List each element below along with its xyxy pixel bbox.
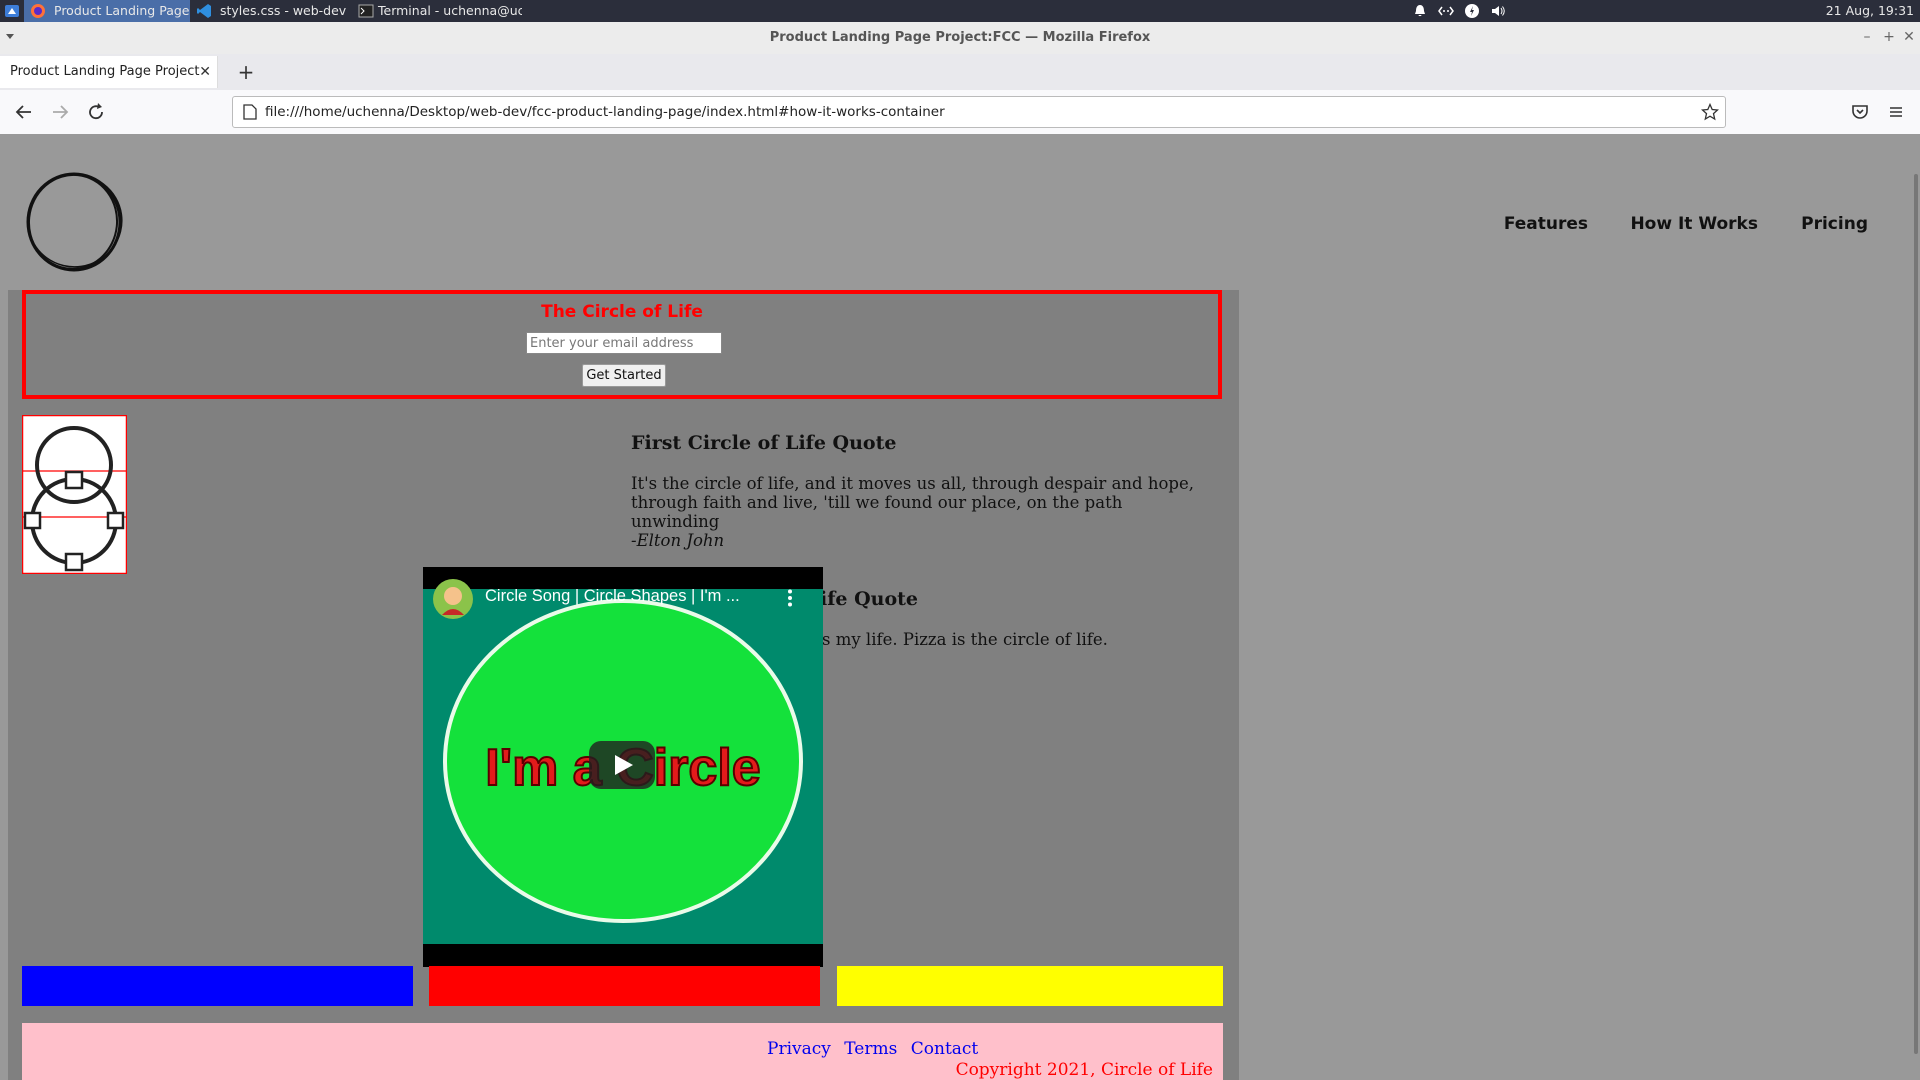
nav-how-it-works-link[interactable]: How It Works	[1630, 214, 1758, 234]
close-tab-icon[interactable]: ✕	[199, 56, 211, 88]
tab-title: Product Landing Page Project:FCC	[10, 64, 200, 79]
quote-author: -Elton John	[631, 531, 725, 550]
scrollbar-thumb[interactable]	[1914, 174, 1918, 1054]
browser-tab-active[interactable]: Product Landing Page Project:FCC ✕	[0, 56, 218, 88]
taskbar-task-vscode[interactable]: styles.css - web-dev - Visual ...	[190, 0, 350, 22]
color-bar-red	[429, 966, 820, 1006]
window-titlebar: Product Landing Page Project:FCC — Mozil…	[0, 22, 1920, 55]
browser-navbar: file:///home/uchenna/Desktop/web-dev/fcc…	[0, 90, 1920, 135]
quote-text-partial: s my life. Pizza is the circle of life.	[822, 630, 1108, 649]
power-icon[interactable]	[1464, 3, 1480, 19]
circle-logo	[26, 172, 123, 272]
taskbar-task-label: Terminal - uchenna@uchen...	[378, 3, 522, 18]
page-icon[interactable]	[243, 104, 257, 120]
taskbar-task-terminal[interactable]: Terminal - uchenna@uchen...	[352, 0, 522, 22]
nav-features-link[interactable]: Features	[1504, 214, 1588, 234]
notification-bell-icon[interactable]	[1412, 3, 1428, 19]
color-bar-blue	[22, 966, 413, 1006]
hamburger-menu-icon[interactable]	[1884, 100, 1908, 124]
os-taskbar: Product Landing Page Proje... styles.css…	[0, 0, 1920, 22]
hero-section: The Circle of Life Get Started	[22, 290, 1222, 399]
bookmark-star-icon[interactable]	[1701, 103, 1719, 121]
close-window-icon[interactable]: ✕	[1900, 28, 1918, 46]
page-scrollbar[interactable]	[1908, 134, 1920, 1080]
quote-body: It's the circle of life, and it moves us…	[631, 474, 1194, 531]
get-started-button[interactable]: Get Started	[582, 364, 666, 387]
url-text[interactable]: file:///home/uchenna/Desktop/web-dev/fcc…	[265, 97, 945, 127]
maximize-icon[interactable]: +	[1880, 28, 1898, 46]
footer-privacy-link[interactable]: Privacy	[767, 1039, 831, 1059]
terminal-icon	[358, 4, 374, 18]
copyright-text: Copyright 2021, Circle of Life	[955, 1060, 1213, 1080]
nav-pricing-link[interactable]: Pricing	[1801, 214, 1868, 234]
reload-icon[interactable]	[84, 100, 108, 124]
forward-icon[interactable]	[48, 100, 72, 124]
firefox-icon	[31, 4, 45, 18]
play-button-icon[interactable]	[589, 741, 655, 789]
clock[interactable]: 21 Aug, 19:31	[1826, 0, 1914, 22]
footer-contact-link[interactable]: Contact	[911, 1039, 979, 1059]
vscode-icon	[197, 4, 211, 18]
circles-feature-image	[22, 415, 127, 574]
network-icon[interactable]	[1438, 3, 1454, 19]
page-footer: Privacy Terms Contact Copyright 2021, Ci…	[22, 1023, 1223, 1080]
address-bar[interactable]: file:///home/uchenna/Desktop/web-dev/fcc…	[232, 96, 1726, 128]
taskbar-task-firefox[interactable]: Product Landing Page Proje...	[24, 0, 190, 22]
taskbar-task-label: styles.css - web-dev - Visual ...	[220, 3, 350, 18]
taskbar-task-label: Product Landing Page Proje...	[54, 3, 190, 18]
email-input[interactable]	[526, 332, 722, 354]
back-icon[interactable]	[12, 100, 36, 124]
tab-bar: Product Landing Page Project:FCC ✕ +	[0, 54, 1920, 90]
pocket-icon[interactable]	[1848, 100, 1872, 124]
footer-terms-link[interactable]: Terms	[844, 1039, 897, 1059]
minimize-icon[interactable]: –	[1858, 28, 1876, 46]
window-title: Product Landing Page Project:FCC — Mozil…	[769, 30, 1151, 45]
hero-title: The Circle of Life	[541, 302, 703, 322]
color-bar-yellow	[837, 966, 1223, 1006]
quote-heading-partial: ife Quote	[820, 588, 918, 610]
volume-icon[interactable]	[1490, 3, 1506, 19]
app-menu-icon[interactable]	[4, 3, 20, 19]
youtube-video-embed[interactable]: Circle Song | Circle Shapes | I'm ... I'…	[423, 567, 823, 967]
new-tab-icon[interactable]: +	[234, 56, 258, 88]
quote-heading: First Circle of Life Quote	[631, 432, 897, 454]
quote-text: It's the circle of life, and it moves us…	[631, 474, 1211, 550]
page-viewport: Features How It Works Pricing The Circle…	[0, 134, 1920, 1080]
